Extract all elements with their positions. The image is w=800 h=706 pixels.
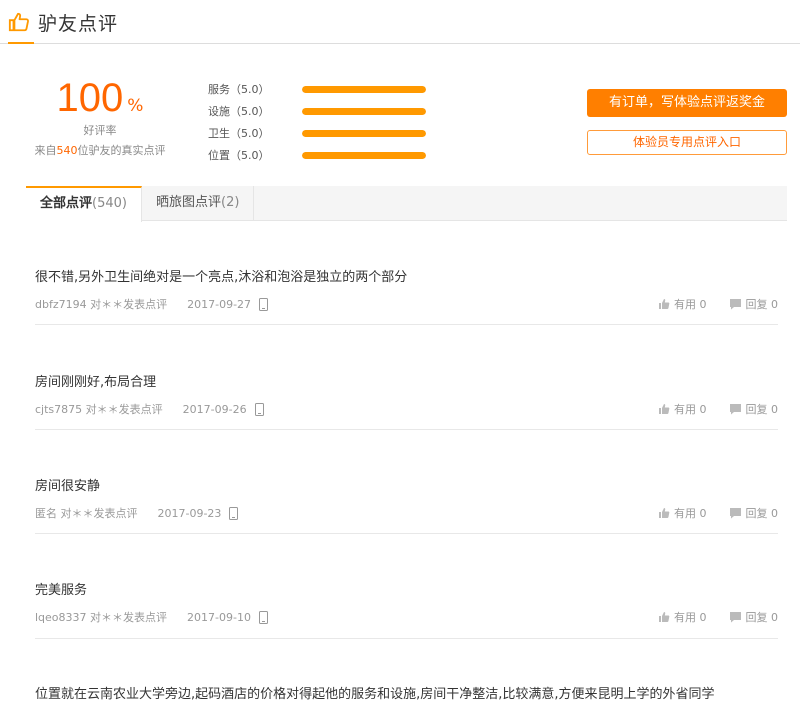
comment-icon — [729, 508, 741, 519]
mobile-phone-icon — [229, 506, 239, 520]
review-divider — [35, 533, 778, 534]
review-meta: cjts7875 对＊＊发表点评 2017-09-26 有用 0 回复 0 — [35, 401, 778, 417]
review-date: 2017-09-26 — [182, 402, 247, 416]
useful-button[interactable]: 有用 0 — [658, 505, 707, 521]
thumbs-up-icon — [659, 612, 670, 622]
mobile-phone-icon — [254, 402, 264, 416]
review-date: 2017-09-10 — [187, 610, 251, 624]
rating-row-service: 服务（5.0） — [208, 78, 426, 100]
comment-icon — [729, 404, 741, 415]
review-actions: 有用 0 回复 0 — [658, 296, 778, 312]
review-actions: 有用 0 回复 0 — [658, 609, 778, 625]
reply-button[interactable]: 回复 0 — [729, 609, 779, 625]
rating-label: 卫生（5.0） — [208, 127, 270, 140]
reply-count: 回复 0 — [745, 611, 779, 624]
rating-row-facilities: 设施（5.0） — [208, 100, 426, 122]
review-item: 位置就在云南农业大学旁边,起码酒店的价格对得起他的服务和设施,房间干净整洁,比较… — [35, 686, 778, 704]
review-text: 完美服务 — [35, 583, 88, 598]
review-text: 位置就在云南农业大学旁边,起码酒店的价格对得起他的服务和设施,房间干净整洁,比较… — [35, 687, 715, 702]
rating-bar — [302, 151, 426, 159]
review-count: 540 — [56, 144, 78, 157]
tab-label: 全部点评 — [40, 196, 93, 211]
review-item: 很不错,另外卫生间绝对是一个亮点,沐浴和泡浴是独立的两个部分 dbfz7194 … — [35, 269, 778, 312]
review-item: 房间刚刚好,布局合理 cjts7875 对＊＊发表点评 2017-09-26 有… — [35, 374, 778, 417]
thumbs-up-icon — [659, 508, 670, 518]
useful-count: 有用 0 — [674, 507, 707, 520]
tab-count: (540) — [92, 196, 127, 211]
review-text: 房间刚刚好,布局合理 — [35, 375, 157, 390]
review-item: 完美服务 lqeo8337 对＊＊发表点评 2017-09-10 有用 0 回复… — [35, 582, 778, 625]
rating-label: 设施（5.0） — [208, 105, 270, 118]
thumbs-up-icon — [659, 299, 670, 309]
rating-bar — [302, 107, 426, 115]
review-text: 很不错,另外卫生间绝对是一个亮点,沐浴和泡浴是独立的两个部分 — [35, 270, 408, 285]
rating-bar — [302, 85, 426, 93]
review-actions: 有用 0 回复 0 — [658, 401, 778, 417]
score-value-row: 100% — [20, 76, 180, 120]
reply-button[interactable]: 回复 0 — [729, 296, 779, 312]
review-date: 2017-09-23 — [157, 506, 222, 520]
mobile-phone-icon — [259, 297, 269, 311]
review-source-suffix: 位驴友的真实点评 — [77, 144, 166, 157]
reply-count: 回复 0 — [745, 298, 779, 311]
write-review-button[interactable]: 有订单，写体验点评返奖金 — [587, 89, 787, 117]
review-author[interactable]: cjts7875 对＊＊发表点评 — [35, 401, 163, 417]
review-meta: dbfz7194 对＊＊发表点评 2017-09-27 有用 0 回复 0 — [35, 296, 778, 312]
tab-count: (2) — [221, 195, 240, 210]
section-header: 驴友点评 — [0, 0, 800, 44]
reply-button[interactable]: 回复 0 — [729, 401, 779, 417]
rating-row-hygiene: 卫生（5.0） — [208, 122, 426, 144]
mobile-phone-icon — [258, 610, 268, 624]
percent-sign: % — [127, 96, 144, 116]
review-divider — [35, 324, 778, 325]
rating-bar-fill — [302, 85, 426, 93]
review-date: 2017-09-27 — [187, 297, 252, 311]
review-author[interactable]: lqeo8337 对＊＊发表点评 — [35, 609, 167, 625]
review-meta: lqeo8337 对＊＊发表点评 2017-09-10 有用 0 回复 0 — [35, 609, 778, 625]
score-summary: 100% 好评率 来自540位驴友的真实点评 — [20, 76, 180, 158]
thumbs-up-icon — [8, 12, 29, 32]
useful-button[interactable]: 有用 0 — [658, 296, 707, 312]
rating-row-location: 位置（5.0） — [208, 144, 426, 166]
rating-bar-fill — [302, 107, 426, 115]
comment-icon — [729, 299, 741, 310]
rating-bar — [302, 129, 426, 137]
useful-count: 有用 0 — [674, 298, 707, 311]
rating-label: 位置（5.0） — [208, 149, 270, 162]
review-source-prefix: 来自 — [34, 144, 57, 157]
reply-button[interactable]: 回复 0 — [729, 505, 779, 521]
review-author[interactable]: dbfz7194 对＊＊发表点评 — [35, 296, 167, 312]
positive-rate-value: 100 — [56, 76, 124, 120]
useful-count: 有用 0 — [674, 403, 707, 416]
rating-breakdown: 服务（5.0） 设施（5.0） 卫生（5.0） 位置（5.0） — [208, 78, 426, 166]
rating-label: 服务（5.0） — [208, 83, 270, 96]
tab-photo-reviews[interactable]: 晒旅图点评(2) — [142, 186, 255, 221]
review-text: 房间很安静 — [35, 479, 101, 494]
comment-icon — [729, 612, 741, 623]
header-accent-line — [8, 42, 34, 44]
review-meta: 匿名 对＊＊发表点评 2017-09-23 有用 0 回复 0 — [35, 505, 778, 521]
useful-button[interactable]: 有用 0 — [658, 401, 707, 417]
section-title: 驴友点评 — [38, 13, 119, 35]
tab-all-reviews[interactable]: 全部点评(540) — [26, 186, 142, 222]
reply-count: 回复 0 — [745, 507, 779, 520]
rating-bar-fill — [302, 151, 426, 159]
positive-rate-label: 好评率 — [83, 124, 117, 137]
review-tabs: 全部点评(540) 晒旅图点评(2) — [26, 186, 787, 222]
tester-review-entry-button[interactable]: 体验员专用点评入口 — [587, 130, 787, 155]
review-author[interactable]: 匿名 对＊＊发表点评 — [35, 505, 138, 521]
reply-count: 回复 0 — [745, 403, 779, 416]
review-item: 房间很安静 匿名 对＊＊发表点评 2017-09-23 有用 0 回复 0 — [35, 478, 778, 521]
useful-button[interactable]: 有用 0 — [658, 609, 707, 625]
useful-count: 有用 0 — [674, 611, 707, 624]
thumbs-up-icon — [659, 404, 670, 414]
review-actions: 有用 0 回复 0 — [658, 505, 778, 521]
rating-bar-fill — [302, 129, 426, 137]
review-divider — [35, 638, 778, 639]
tab-label: 晒旅图点评 — [155, 195, 221, 210]
review-source-text: 来自540位驴友的真实点评 — [20, 142, 180, 158]
review-divider — [35, 429, 778, 430]
